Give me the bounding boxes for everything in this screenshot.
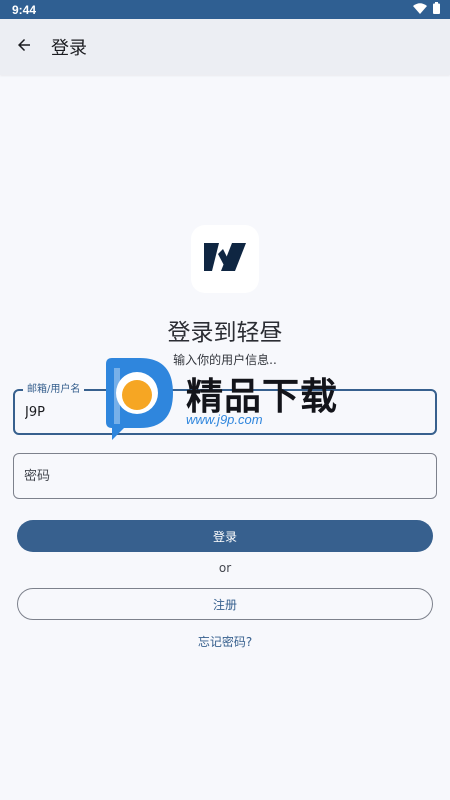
page-title: 登录 bbox=[51, 38, 87, 59]
forgot-password-link[interactable]: 忘记密码? bbox=[0, 633, 450, 650]
wifi-icon bbox=[413, 1, 427, 19]
status-time: 9:44 bbox=[12, 3, 37, 17]
watermark: 精品下载 www.j9p.com bbox=[100, 358, 360, 444]
register-button[interactable]: 注册 bbox=[17, 588, 433, 620]
arrow-left-icon bbox=[15, 36, 33, 58]
status-icons bbox=[413, 1, 440, 19]
app-logo-icon bbox=[202, 240, 248, 278]
login-button[interactable]: 登录 bbox=[17, 520, 433, 552]
app-logo bbox=[191, 225, 259, 293]
back-button[interactable] bbox=[2, 25, 46, 69]
app-bar: 登录 bbox=[0, 19, 450, 75]
status-bar: 9:44 bbox=[0, 0, 450, 19]
password-field bbox=[13, 453, 437, 499]
password-input[interactable] bbox=[24, 454, 424, 498]
login-heading: 登录到轻昼 bbox=[167, 320, 283, 346]
watermark-url: www.j9p.com bbox=[186, 412, 263, 427]
or-divider-text: or bbox=[218, 561, 232, 575]
battery-icon bbox=[433, 1, 440, 19]
watermark-logo bbox=[100, 358, 175, 446]
